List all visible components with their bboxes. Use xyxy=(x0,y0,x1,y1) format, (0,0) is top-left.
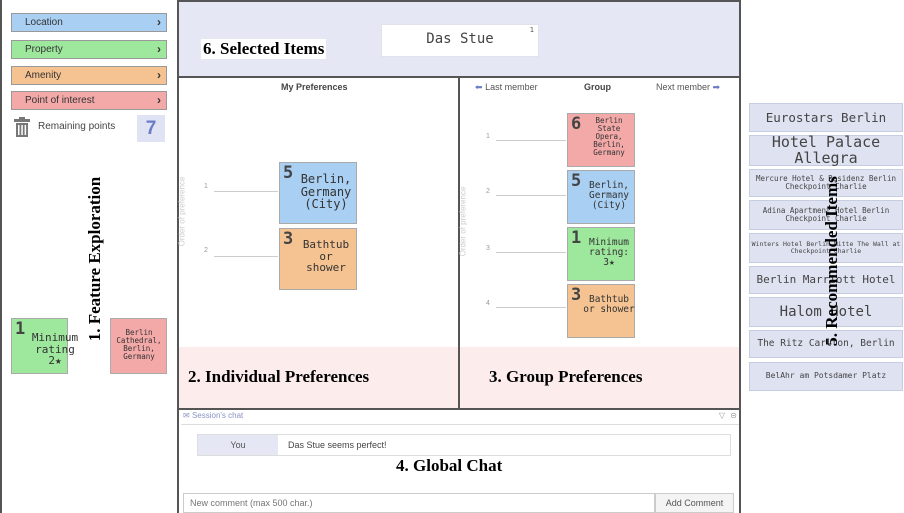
chevron-right-icon: › xyxy=(157,68,161,82)
card-text: Minimum rating 2★ xyxy=(31,331,79,368)
last-member-link[interactable]: ⬅ Last member xyxy=(475,82,538,93)
chevron-right-icon: › xyxy=(157,93,161,107)
group-pref-card[interactable]: 6 Berlin State Opera, Berlin, Germany xyxy=(567,113,635,167)
filter-icon[interactable]: ▽ xyxy=(719,411,725,420)
remaining-points-label: Remaining points xyxy=(38,121,116,132)
group-pref-card[interactable]: 5 Berlin, Germany (City) xyxy=(567,170,635,224)
card-points: 1 xyxy=(571,228,582,248)
remaining-points-value: 7 xyxy=(137,115,165,142)
card-text: Berlin, Germany (City) xyxy=(300,172,352,212)
my-preferences-axis-label: Order of preference xyxy=(177,176,187,247)
card-text: Berlin, Germany (City) xyxy=(588,180,630,211)
card-points: 3 xyxy=(283,229,294,249)
row-divider xyxy=(496,195,566,196)
card-text: Bathtub or shower xyxy=(583,294,635,315)
group-title: Group xyxy=(584,82,611,92)
row-number: 1 xyxy=(204,183,208,190)
card-text: Berlin State Opera, Berlin, Germany xyxy=(593,116,625,157)
label-global-chat: 4. Global Chat xyxy=(396,456,503,475)
row-divider xyxy=(214,191,278,192)
feature-label: Property xyxy=(25,44,63,55)
arrow-right-icon: ➡ xyxy=(712,82,721,92)
my-pref-card[interactable]: 5 Berlin, Germany (City) xyxy=(279,162,357,224)
feature-label: Location xyxy=(25,17,63,28)
feature-card-minimum-rating[interactable]: 1 Minimum rating 2★ xyxy=(11,318,78,374)
card-points: 5 xyxy=(571,171,582,191)
row-number: 2 xyxy=(204,247,208,254)
card-points: 1 xyxy=(15,319,26,339)
my-pref-card[interactable]: 3 Bathtub or shower xyxy=(279,228,357,290)
chat-header-divider xyxy=(181,424,739,425)
feature-location[interactable]: Location › xyxy=(11,13,167,32)
chevron-right-icon: › xyxy=(157,15,161,29)
row-number: 4 xyxy=(486,300,490,307)
arrow-left-icon: ⬅ xyxy=(475,82,483,92)
chat-message: You Das Stue seems perfect! xyxy=(197,434,731,456)
add-comment-button[interactable]: Add Comment xyxy=(655,493,734,513)
row-divider xyxy=(496,252,566,253)
group-pref-card[interactable]: 1 Minimum rating: 3★ xyxy=(567,227,635,281)
next-member-link[interactable]: Next member ➡ xyxy=(656,82,720,93)
group-pref-card[interactable]: 3 Bathtub or shower xyxy=(567,284,635,338)
row-divider xyxy=(496,307,566,308)
selected-item-badge: 1 xyxy=(529,26,534,34)
next-member-label: Next member xyxy=(656,82,711,92)
chat-icon: ✉ xyxy=(183,411,190,420)
label-individual-preferences: 2. Individual Preferences xyxy=(188,367,370,386)
row-divider xyxy=(214,256,278,257)
feature-property[interactable]: Property › xyxy=(11,40,167,59)
selected-item-card[interactable]: Das Stue 1 xyxy=(381,24,539,57)
card-points: 5 xyxy=(283,163,294,183)
label-feature-exploration: 1. Feature Exploration xyxy=(85,176,104,342)
recommended-item[interactable]: BelAhr am Potsdamer Platz xyxy=(749,362,903,391)
card-points: 6 xyxy=(571,114,582,134)
feature-point-of-interest[interactable]: Point of interest › xyxy=(11,91,167,110)
selected-item-name: Das Stue xyxy=(426,31,494,47)
chat-header-label: Session's chat xyxy=(191,411,244,420)
card-text: Berlin Cathedral, Berlin, Germany xyxy=(116,328,162,361)
feature-label: Amenity xyxy=(25,70,62,81)
row-divider xyxy=(496,140,566,141)
feature-amenity[interactable]: Amenity › xyxy=(11,66,167,85)
chat-header: ✉ Session's chat ▽ ⊝ xyxy=(183,411,739,423)
minimize-icon[interactable]: ⊝ xyxy=(730,411,737,420)
trash-icon[interactable] xyxy=(13,117,31,137)
chat-author: You xyxy=(198,435,278,455)
card-points: 3 xyxy=(571,285,582,305)
label-selected-items: 6. Selected Items xyxy=(201,39,327,59)
feature-card-berlin-cathedral[interactable]: Berlin Cathedral, Berlin, Germany xyxy=(110,318,167,374)
chevron-right-icon: › xyxy=(157,42,161,56)
card-text: Minimum rating: 3★ xyxy=(588,237,630,268)
row-number: 1 xyxy=(486,133,490,140)
recommended-item[interactable]: Eurostars Berlin xyxy=(749,103,903,132)
feature-label: Point of interest xyxy=(25,95,95,106)
row-number: 3 xyxy=(486,245,490,252)
chat-comment-input[interactable] xyxy=(183,493,655,513)
my-preferences-title: My Preferences xyxy=(281,82,348,92)
card-text: Bathtub or shower xyxy=(302,238,350,275)
chat-text: Das Stue seems perfect! xyxy=(288,440,387,450)
label-group-preferences: 3. Group Preferences xyxy=(489,367,643,386)
group-axis-label: Order of preference xyxy=(458,186,468,257)
row-number: 2 xyxy=(486,188,490,195)
recommended-item[interactable]: Hotel Palace Allegra xyxy=(749,134,903,166)
last-member-label: Last member xyxy=(485,82,538,92)
label-recommended-items: 5. Recommended Items xyxy=(822,176,841,346)
